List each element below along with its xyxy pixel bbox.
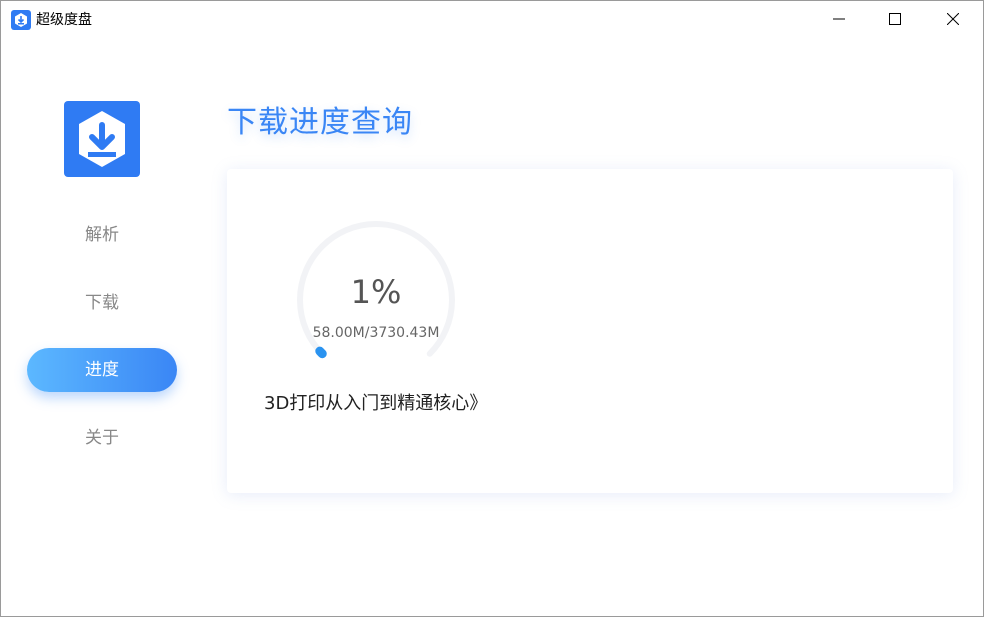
window-title: 超级度盘 [36, 12, 92, 28]
minimize-button[interactable] [811, 1, 867, 37]
close-icon [947, 13, 959, 25]
sidebar-item-progress[interactable]: 进度 [27, 348, 177, 392]
maximize-icon [889, 13, 901, 25]
minimize-icon [833, 18, 845, 20]
progress-size: 58.00M/3730.43M [312, 325, 440, 341]
download-logo-icon [79, 111, 125, 167]
app-window: 超级度盘 解析 下载 进度 关于 下载进度查询 1% 58.00M/3730.4… [0, 0, 984, 617]
app-logo-icon [11, 10, 31, 30]
maximize-button[interactable] [867, 1, 923, 37]
progress-percent: 1% [350, 273, 402, 311]
close-button[interactable] [925, 1, 981, 37]
sidebar-item-download[interactable]: 下载 [27, 281, 177, 325]
title-bar[interactable]: 超级度盘 [1, 1, 983, 37]
page-title: 下载进度查询 [227, 105, 413, 140]
file-name: 《3D打印从入门到精通核心 [264, 393, 488, 414]
sidebar-item-about[interactable]: 关于 [27, 416, 177, 460]
sidebar-item-parse[interactable]: 解析 [27, 213, 177, 257]
app-logo [64, 101, 140, 177]
progress-card: 1% 58.00M/3730.43M 《3D打印从入门到精通核心 [227, 169, 953, 493]
